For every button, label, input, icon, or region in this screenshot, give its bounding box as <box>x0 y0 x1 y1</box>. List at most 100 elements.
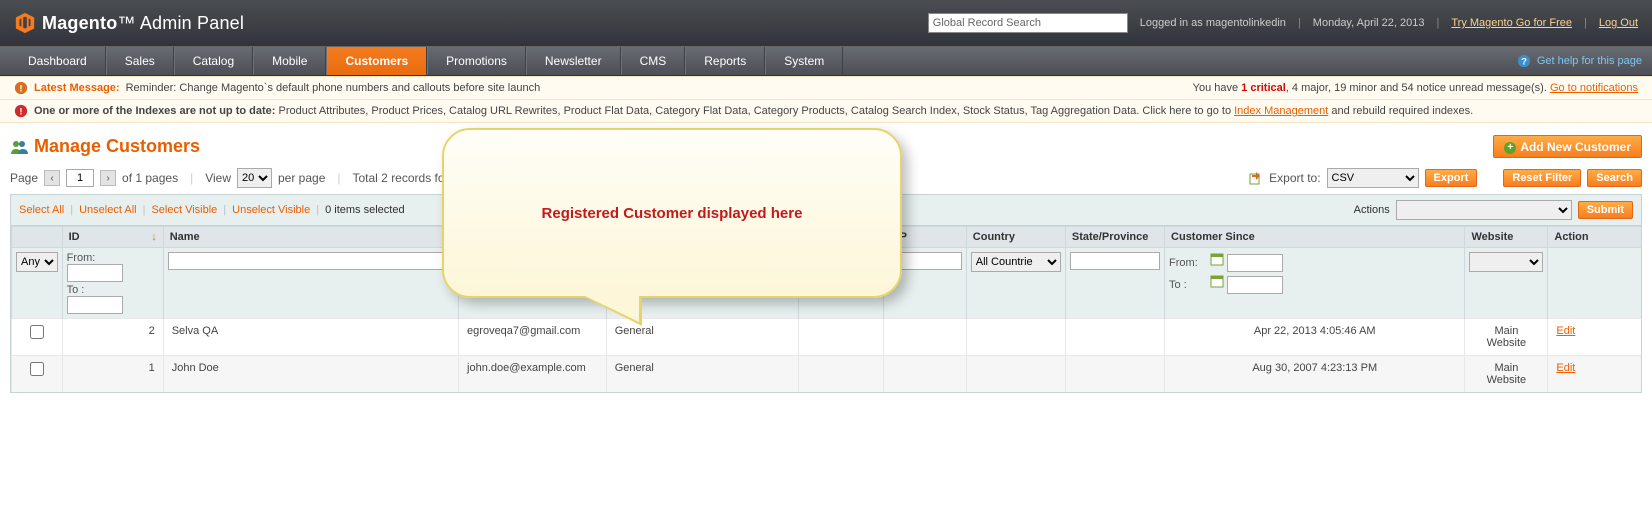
nav-newsletter[interactable]: Newsletter <box>526 47 621 75</box>
nav-sales[interactable]: Sales <box>106 47 174 75</box>
index-message-text: Product Attributes, Product Prices, Cata… <box>275 105 1234 117</box>
col-country[interactable]: Country <box>966 227 1065 248</box>
cell-id: 1 <box>62 356 163 393</box>
go-to-notifications-link[interactable]: Go to notifications <box>1550 82 1638 94</box>
filter-id-from[interactable] <box>67 264 123 282</box>
logo: Magento™ Admin Panel <box>14 12 244 34</box>
export-area: Export to: CSV Export Reset Filter Searc… <box>1249 168 1642 188</box>
try-magento-link[interactable]: Try Magento Go for Free <box>1451 17 1572 29</box>
error-icon: ! <box>14 104 28 118</box>
filter-since-from[interactable] <box>1227 254 1283 272</box>
plus-icon <box>1504 139 1516 154</box>
filter-email[interactable] <box>463 252 602 270</box>
export-icon <box>1249 171 1263 185</box>
sort-desc-icon: ↓ <box>151 231 157 243</box>
filter-telephone[interactable] <box>803 252 879 270</box>
mass-actions-select[interactable] <box>1396 200 1572 220</box>
table-row[interactable]: 1 John Doe john.doe@example.com General … <box>12 356 1642 393</box>
filter-any-select[interactable]: Any <box>16 252 58 272</box>
filter-since-to-label: To : <box>1169 279 1207 291</box>
mass-action-row: Select All| Unselect All| Select Visible… <box>10 194 1642 226</box>
logout-link[interactable]: Log Out <box>1599 17 1638 29</box>
col-since[interactable]: Customer Since <box>1165 227 1465 248</box>
row-checkbox[interactable] <box>30 325 44 339</box>
col-email[interactable]: Email <box>459 227 607 248</box>
cell-country <box>966 319 1065 356</box>
next-page-button[interactable]: › <box>100 170 116 186</box>
svg-text:?: ? <box>1521 57 1527 68</box>
export-to-label: Export to: <box>1269 171 1320 185</box>
cell-name: Selva QA <box>163 319 458 356</box>
nav-mobile[interactable]: Mobile <box>253 47 326 75</box>
of-pages-text: of 1 pages <box>122 171 178 185</box>
edit-link[interactable]: Edit <box>1556 325 1575 337</box>
export-format-select[interactable]: CSV <box>1327 168 1419 188</box>
per-page-select[interactable]: 20 <box>237 168 272 188</box>
help-icon: ? <box>1517 54 1531 68</box>
global-search-input[interactable] <box>928 13 1128 33</box>
page-title: Manage Customers <box>10 136 200 157</box>
row-checkbox[interactable] <box>30 362 44 376</box>
header-row: ID↓ Name Email Group Telephone ZIP Count… <box>12 227 1642 248</box>
reset-filter-button[interactable]: Reset Filter <box>1503 169 1581 187</box>
filter-state[interactable] <box>1070 252 1160 270</box>
filter-from-label: From: <box>67 252 105 264</box>
col-group[interactable]: Group <box>606 227 798 248</box>
col-telephone[interactable]: Telephone <box>798 227 883 248</box>
edit-link[interactable]: Edit <box>1556 362 1575 374</box>
header-date: Monday, April 22, 2013 <box>1313 17 1425 29</box>
nav-dashboard[interactable]: Dashboard <box>10 47 106 75</box>
calendar-icon[interactable] <box>1210 252 1224 266</box>
nav-promotions[interactable]: Promotions <box>427 47 526 75</box>
col-website[interactable]: Website <box>1465 227 1548 248</box>
customers-grid: ID↓ Name Email Group Telephone ZIP Count… <box>10 226 1642 393</box>
col-name[interactable]: Name <box>163 227 458 248</box>
filter-website-select[interactable] <box>1469 252 1543 272</box>
nav-cms[interactable]: CMS <box>621 47 686 75</box>
cell-name: John Doe <box>163 356 458 393</box>
latest-message-text: Reminder: Change Magento`s default phone… <box>126 82 541 94</box>
col-state[interactable]: State/Province <box>1065 227 1164 248</box>
svg-text:!: ! <box>19 107 22 118</box>
table-row[interactable]: 2 Selva QA egroveqa7@gmail.com General A… <box>12 319 1642 356</box>
col-zip[interactable]: ZIP <box>883 227 966 248</box>
cell-website: Main Website <box>1465 356 1548 393</box>
cell-email: john.doe@example.com <box>459 356 607 393</box>
main-nav: Dashboard Sales Catalog Mobile Customers… <box>0 46 1652 76</box>
filter-since-to[interactable] <box>1227 276 1283 294</box>
filter-since-from-label: From: <box>1169 257 1207 269</box>
select-all-link[interactable]: Select All <box>19 204 64 216</box>
prev-page-button[interactable]: ‹ <box>44 170 60 186</box>
select-visible-link[interactable]: Select Visible <box>151 204 217 216</box>
search-button[interactable]: Search <box>1587 169 1642 187</box>
filter-country-select[interactable]: All Countrie <box>971 252 1061 272</box>
col-check[interactable] <box>12 227 63 248</box>
nav-help-link[interactable]: ? Get help for this page <box>1517 47 1642 75</box>
cell-group: General <box>606 319 798 356</box>
nav-reports[interactable]: Reports <box>685 47 765 75</box>
view-label: View <box>205 171 231 185</box>
nav-system[interactable]: System <box>765 47 843 75</box>
filter-group-select[interactable] <box>611 252 794 272</box>
index-management-link[interactable]: Index Management <box>1234 105 1328 117</box>
nav-customers[interactable]: Customers <box>326 47 427 75</box>
page-number-input[interactable] <box>66 169 94 187</box>
unselect-visible-link[interactable]: Unselect Visible <box>232 204 310 216</box>
unselect-all-link[interactable]: Unselect All <box>79 204 136 216</box>
filter-id-to[interactable] <box>67 296 123 314</box>
add-new-customer-button[interactable]: Add New Customer <box>1493 135 1642 158</box>
actions-label: Actions <box>1354 204 1390 216</box>
filter-zip[interactable] <box>888 252 962 270</box>
cell-state <box>1065 356 1164 393</box>
cell-id: 2 <box>62 319 163 356</box>
cell-website: Main Website <box>1465 319 1548 356</box>
filter-name[interactable] <box>168 252 454 270</box>
grid-pager-row: Page ‹ › of 1 pages | View 20 per page |… <box>10 168 1642 188</box>
col-id[interactable]: ID↓ <box>62 227 163 248</box>
nav-catalog[interactable]: Catalog <box>174 47 253 75</box>
calendar-icon[interactable] <box>1210 274 1224 288</box>
export-button[interactable]: Export <box>1425 169 1478 187</box>
admin-header: Magento™ Admin Panel Logged in as magent… <box>0 0 1652 46</box>
mass-submit-button[interactable]: Submit <box>1578 201 1633 219</box>
page-head: Manage Customers Add New Customer <box>10 135 1642 158</box>
